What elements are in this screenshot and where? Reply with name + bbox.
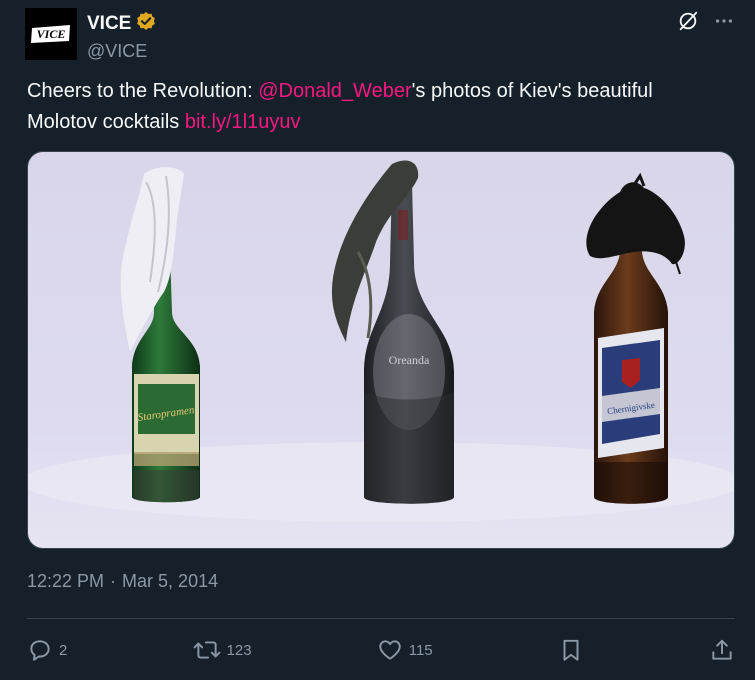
- url-link[interactable]: bit.ly/1l1uyuv: [185, 111, 301, 133]
- retweet-button[interactable]: 123: [193, 637, 252, 663]
- bookmark-icon: [558, 637, 584, 663]
- display-name[interactable]: VICE: [87, 13, 131, 35]
- name-row: VICE: [87, 10, 157, 37]
- avatar[interactable]: VICE: [25, 8, 77, 60]
- retweet-icon: [193, 637, 221, 663]
- tweet: VICE VICE @VICE Cheers to the Revolution…: [0, 0, 755, 680]
- text-prefix: Cheers to the Revolution:: [27, 80, 259, 102]
- tweet-photo[interactable]: Staropramen Oreanda Chernigivske: [27, 151, 735, 549]
- reply-icon: [27, 637, 53, 663]
- like-icon: [377, 637, 403, 663]
- tweet-header: VICE VICE @VICE: [25, 8, 735, 63]
- timestamp-separator: ·: [110, 571, 117, 591]
- tweet-date: Mar 5, 2014: [122, 571, 219, 591]
- timestamp[interactable]: 12:22 PM · Mar 5, 2014: [27, 571, 218, 592]
- action-bar: 2 123 115: [27, 634, 735, 666]
- mention-link[interactable]: @Donald_Weber: [258, 80, 411, 102]
- author-names: VICE @VICE: [87, 8, 157, 63]
- like-count: 115: [408, 641, 433, 659]
- reply-button[interactable]: 2: [27, 637, 67, 663]
- divider: [27, 618, 735, 619]
- retweet-count: 123: [226, 641, 252, 659]
- share-icon: [709, 637, 735, 663]
- more-icon[interactable]: [713, 10, 735, 32]
- tweet-text: Cheers to the Revolution: @Donald_Weber'…: [27, 76, 727, 138]
- like-button[interactable]: 115: [377, 637, 433, 663]
- bottle-label-2: Oreanda: [389, 353, 430, 367]
- reply-count: 2: [59, 641, 68, 659]
- handle[interactable]: @VICE: [87, 39, 157, 63]
- vice-logo: VICE: [25, 8, 77, 60]
- logo-text: VICE: [37, 27, 66, 41]
- verified-badge-icon: [135, 10, 157, 37]
- share-button[interactable]: [709, 637, 735, 663]
- bookmark-button[interactable]: [558, 637, 584, 663]
- tweet-time: 12:22 PM: [27, 571, 105, 591]
- grok-icon[interactable]: [677, 10, 699, 32]
- header-actions: [677, 8, 735, 32]
